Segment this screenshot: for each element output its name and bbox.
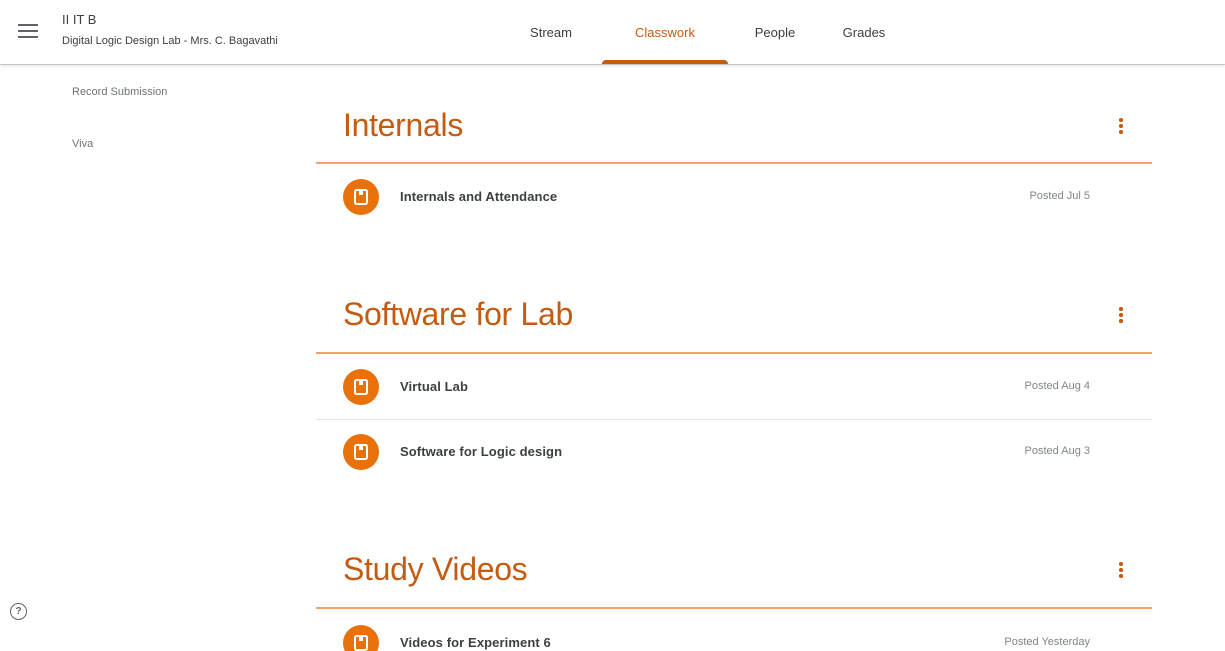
section-title-internals: Internals: [343, 107, 464, 143]
item-title: Internals and Attendance: [400, 189, 558, 204]
list-item[interactable]: Internals and Attendance Posted Jul 5: [316, 165, 1152, 229]
tab-grades[interactable]: Grades: [818, 0, 910, 64]
sidebar-topic-viva[interactable]: Viva: [72, 138, 93, 150]
section-divider: [316, 352, 1152, 354]
section-title-software-for-lab: Software for Lab: [343, 296, 573, 332]
tab-label: People: [754, 24, 796, 40]
material-icon: [343, 369, 379, 405]
section-title-study-videos: Study Videos: [343, 551, 528, 587]
item-posted-date: Posted Yesterday: [1004, 636, 1090, 648]
item-title: Virtual Lab: [400, 379, 469, 394]
material-icon: [343, 179, 379, 215]
material-icon: [343, 625, 379, 651]
hamburger-menu-icon[interactable]: [18, 20, 38, 44]
topic-sidebar: Record Submission Viva: [0, 64, 300, 651]
more-vert-icon[interactable]: [1110, 115, 1132, 137]
section-divider: [316, 607, 1152, 609]
more-vert-icon[interactable]: [1110, 304, 1132, 326]
tab-label: Grades: [842, 24, 886, 40]
tab-label: Stream: [530, 24, 572, 40]
class-name[interactable]: II IT B: [62, 12, 96, 27]
item-title: Software for Logic design: [400, 444, 563, 459]
class-subtitle: Digital Logic Design Lab - Mrs. C. Bagav…: [62, 35, 278, 47]
item-posted-date: Posted Jul 5: [1029, 190, 1090, 202]
more-vert-icon[interactable]: [1110, 559, 1132, 581]
list-item[interactable]: Videos for Experiment 6 Posted Yesterday: [316, 611, 1152, 651]
tab-people[interactable]: People: [732, 0, 818, 64]
tab-stream[interactable]: Stream: [504, 0, 598, 64]
top-app-bar: II IT B Digital Logic Design Lab - Mrs. …: [0, 0, 1225, 64]
list-item[interactable]: Virtual Lab Posted Aug 4: [316, 355, 1152, 419]
tab-bar: Stream Classwork People Grades: [504, 0, 910, 64]
item-title: Videos for Experiment 6: [400, 635, 551, 650]
list-item[interactable]: Software for Logic design Posted Aug 3: [316, 419, 1152, 483]
section-divider: [316, 162, 1152, 164]
material-icon: [343, 434, 379, 470]
item-posted-date: Posted Aug 3: [1024, 445, 1090, 457]
tab-classwork[interactable]: Classwork: [598, 0, 732, 64]
tab-label: Classwork: [635, 24, 695, 40]
help-icon[interactable]: ?: [10, 603, 27, 620]
item-posted-date: Posted Aug 4: [1024, 380, 1090, 392]
sidebar-topic-record-submission[interactable]: Record Submission: [72, 86, 167, 98]
